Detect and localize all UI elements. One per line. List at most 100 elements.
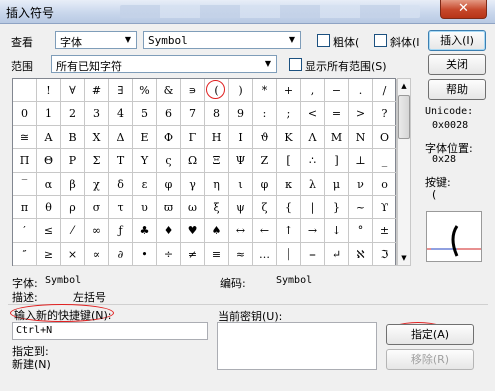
- symbol-cell[interactable]: ⎯: [301, 242, 325, 267]
- symbol-cell[interactable]: ↵: [325, 242, 349, 267]
- symbol-cell[interactable]: Ψ: [229, 149, 253, 173]
- symbol-cell[interactable]: Χ: [85, 125, 109, 150]
- symbol-cell[interactable]: β: [61, 172, 85, 196]
- symbol-cell[interactable]: ×: [61, 242, 85, 267]
- symbol-cell[interactable]: δ: [109, 172, 133, 196]
- symbol-cell[interactable]: ⏐: [277, 242, 301, 267]
- symbol-cell[interactable]: ≤: [37, 219, 61, 243]
- symbol-cell[interactable]: ≥: [37, 242, 61, 267]
- symbol-cell[interactable]: Γ: [181, 125, 205, 150]
- symbol-cell[interactable]: ⊥: [349, 149, 373, 173]
- symbol-cell[interactable]: Λ: [301, 125, 325, 150]
- symbol-cell[interactable]: …: [253, 242, 277, 267]
- symbol-cell[interactable]: ↓: [325, 219, 349, 243]
- symbol-cell[interactable]: ο: [373, 172, 397, 196]
- symbol-cell[interactable]: +: [277, 79, 301, 103]
- symbol-cell[interactable]: ∃: [109, 79, 133, 103]
- symbol-cell[interactable]: ϑ: [253, 125, 277, 150]
- symbol-cell[interactable]: ♣: [133, 219, 157, 243]
- symbol-cell[interactable]: [13, 79, 37, 103]
- symbol-cell[interactable]: ↔: [229, 219, 253, 243]
- symbol-cell[interactable]: 2: [61, 102, 85, 126]
- symbol-cell[interactable]: ): [229, 79, 253, 103]
- symbol-cell[interactable]: ℵ: [349, 242, 373, 267]
- symbol-cell[interactable]: π: [13, 196, 37, 220]
- symbol-cell[interactable]: }: [325, 196, 349, 220]
- symbol-cell[interactable]: •: [133, 242, 157, 267]
- symbol-cell[interactable]: ±: [373, 219, 397, 243]
- scroll-down-icon[interactable]: ▼: [398, 251, 410, 265]
- symbol-cell[interactable]: ′: [13, 219, 37, 243]
- font-select[interactable]: Symbol ▼: [143, 31, 301, 49]
- symbol-cell[interactable]: ≠: [181, 242, 205, 267]
- symbol-cell[interactable]: <: [301, 102, 325, 126]
- symbol-cell[interactable]: ≅: [13, 125, 37, 150]
- symbol-cell[interactable]: [: [277, 149, 301, 173]
- range-select[interactable]: 所有已知字符 ▼: [51, 55, 277, 73]
- symbol-cell[interactable]: Α: [37, 125, 61, 150]
- symbol-cell[interactable]: λ: [301, 172, 325, 196]
- symbol-cell[interactable]: ,: [301, 79, 325, 103]
- symbol-cell[interactable]: γ: [181, 172, 205, 196]
- symbol-cell[interactable]: 6: [157, 102, 181, 126]
- symbol-cell[interactable]: ♦: [157, 219, 181, 243]
- symbol-cell[interactable]: {: [277, 196, 301, 220]
- symbol-cell[interactable]: Β: [61, 125, 85, 150]
- symbol-cell[interactable]: ϖ: [157, 196, 181, 220]
- symbol-cell[interactable]: σ: [85, 196, 109, 220]
- symbol-cell[interactable]: ↑: [277, 219, 301, 243]
- symbol-cell[interactable]: θ: [37, 196, 61, 220]
- symbol-cell[interactable]: ι: [229, 172, 253, 196]
- symbol-cell[interactable]: Ξ: [205, 149, 229, 173]
- symbol-cell[interactable]: ♥: [181, 219, 205, 243]
- symbol-cell[interactable]: Κ: [277, 125, 301, 150]
- symbol-cell[interactable]: ″: [13, 242, 37, 267]
- italic-checkbox[interactable]: [374, 34, 387, 47]
- symbol-cell[interactable]: Θ: [37, 149, 61, 173]
- symbol-cell[interactable]: ε: [133, 172, 157, 196]
- symbol-cell[interactable]: #: [85, 79, 109, 103]
- symbol-cell[interactable]: μ: [325, 172, 349, 196]
- symbol-cell[interactable]: η: [205, 172, 229, 196]
- symbol-cell[interactable]: ♠: [205, 219, 229, 243]
- symbol-cell[interactable]: Μ: [325, 125, 349, 150]
- symbol-cell[interactable]: ρ: [61, 196, 85, 220]
- symbol-cell[interactable]: φ: [157, 172, 181, 196]
- bold-checkbox[interactable]: [317, 34, 330, 47]
- symbol-cell[interactable]: →: [301, 219, 325, 243]
- symbol-cell[interactable]: ω: [181, 196, 205, 220]
- symbol-cell[interactable]: !: [37, 79, 61, 103]
- symbol-cell[interactable]: ∴: [301, 149, 325, 173]
- symbol-cell[interactable]: ≈: [229, 242, 253, 267]
- symbol-cell[interactable]: 4: [109, 102, 133, 126]
- symbol-cell[interactable]: 0: [13, 102, 37, 126]
- symbol-cell[interactable]: φ: [253, 172, 277, 196]
- symbol-cell[interactable]: ∝: [85, 242, 109, 267]
- symbol-cell[interactable]: °: [349, 219, 373, 243]
- symbol-cell[interactable]: 3: [85, 102, 109, 126]
- symbol-cell[interactable]: Π: [13, 149, 37, 173]
- help-button[interactable]: 帮助: [428, 79, 486, 100]
- current-keys-list[interactable]: [217, 322, 377, 370]
- symbol-cell[interactable]: ∞: [85, 219, 109, 243]
- symbol-cell[interactable]: ν: [349, 172, 373, 196]
- symbol-cell[interactable]: :: [253, 102, 277, 126]
- symbol-cell[interactable]: Ρ: [61, 149, 85, 173]
- symbol-cell[interactable]: 5: [133, 102, 157, 126]
- symbol-cell[interactable]: Η: [205, 125, 229, 150]
- symbol-cell[interactable]: 1: [37, 102, 61, 126]
- assign-button[interactable]: 指定(A): [386, 324, 474, 345]
- symbol-cell[interactable]: ?: [373, 102, 397, 126]
- symbol-cell[interactable]: ]: [325, 149, 349, 173]
- close-window-button[interactable]: ✕: [440, 0, 487, 19]
- symbol-cell[interactable]: ℑ: [373, 242, 397, 267]
- symbol-cell[interactable]: Τ: [109, 149, 133, 173]
- show-all-ranges-checkbox[interactable]: [289, 58, 302, 71]
- symbol-cell[interactable]: ξ: [205, 196, 229, 220]
- symbol-cell[interactable]: υ: [133, 196, 157, 220]
- grid-scrollbar[interactable]: ▲ ▼: [397, 78, 411, 266]
- view-select[interactable]: 字体 ▼: [55, 31, 137, 49]
- symbol-cell[interactable]: >: [349, 102, 373, 126]
- new-shortcut-input[interactable]: Ctrl+N: [12, 322, 208, 340]
- symbol-cell[interactable]: ≡: [205, 242, 229, 267]
